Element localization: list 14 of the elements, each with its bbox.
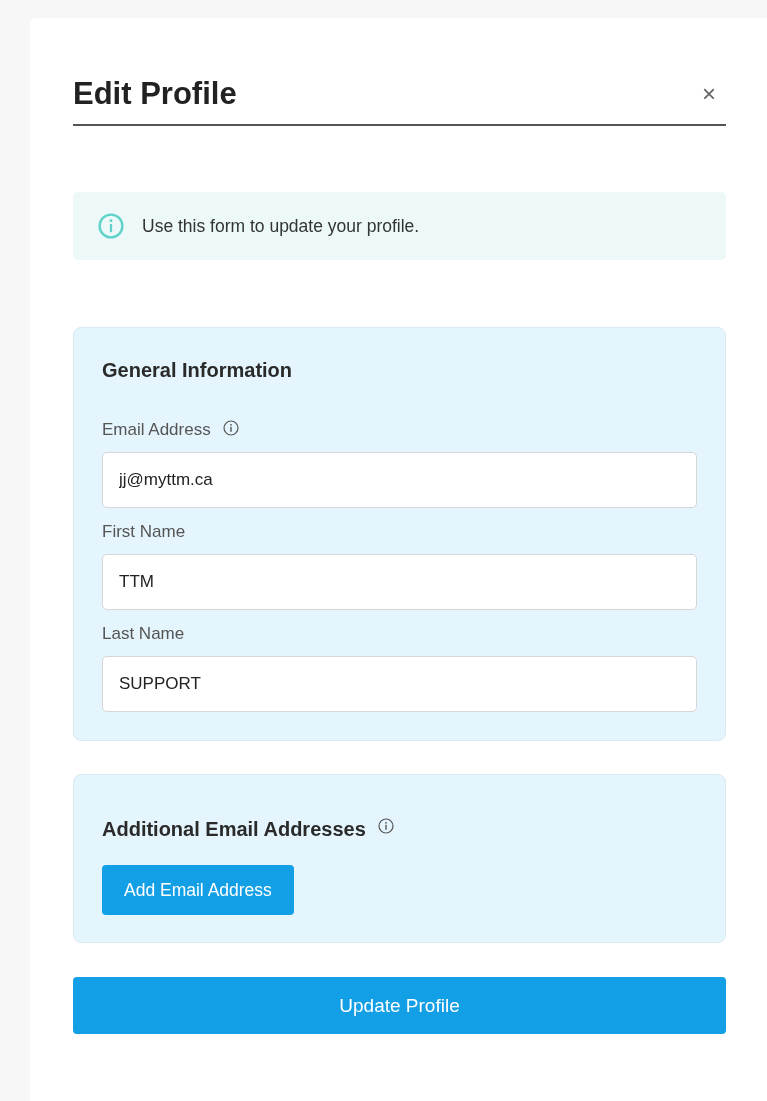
field-label: Last Name xyxy=(102,624,185,644)
dialog-title: Edit Profile xyxy=(73,76,237,112)
info-icon xyxy=(98,213,124,239)
text-field[interactable]: jj@myttm.ca xyxy=(102,452,697,508)
field-label: Email Address xyxy=(102,420,211,440)
text-field[interactable]: TTM xyxy=(102,554,697,610)
section-title: General Information xyxy=(102,359,294,382)
notice-text: Use this form to update your profile. xyxy=(142,215,420,237)
info-icon xyxy=(222,420,239,436)
close-button[interactable]: × xyxy=(692,80,726,108)
field-label: First Name xyxy=(102,522,186,542)
info-icon xyxy=(377,818,394,834)
section-title: Additional Email Addresses xyxy=(102,818,366,841)
text-field[interactable]: SUPPORT xyxy=(102,656,697,712)
